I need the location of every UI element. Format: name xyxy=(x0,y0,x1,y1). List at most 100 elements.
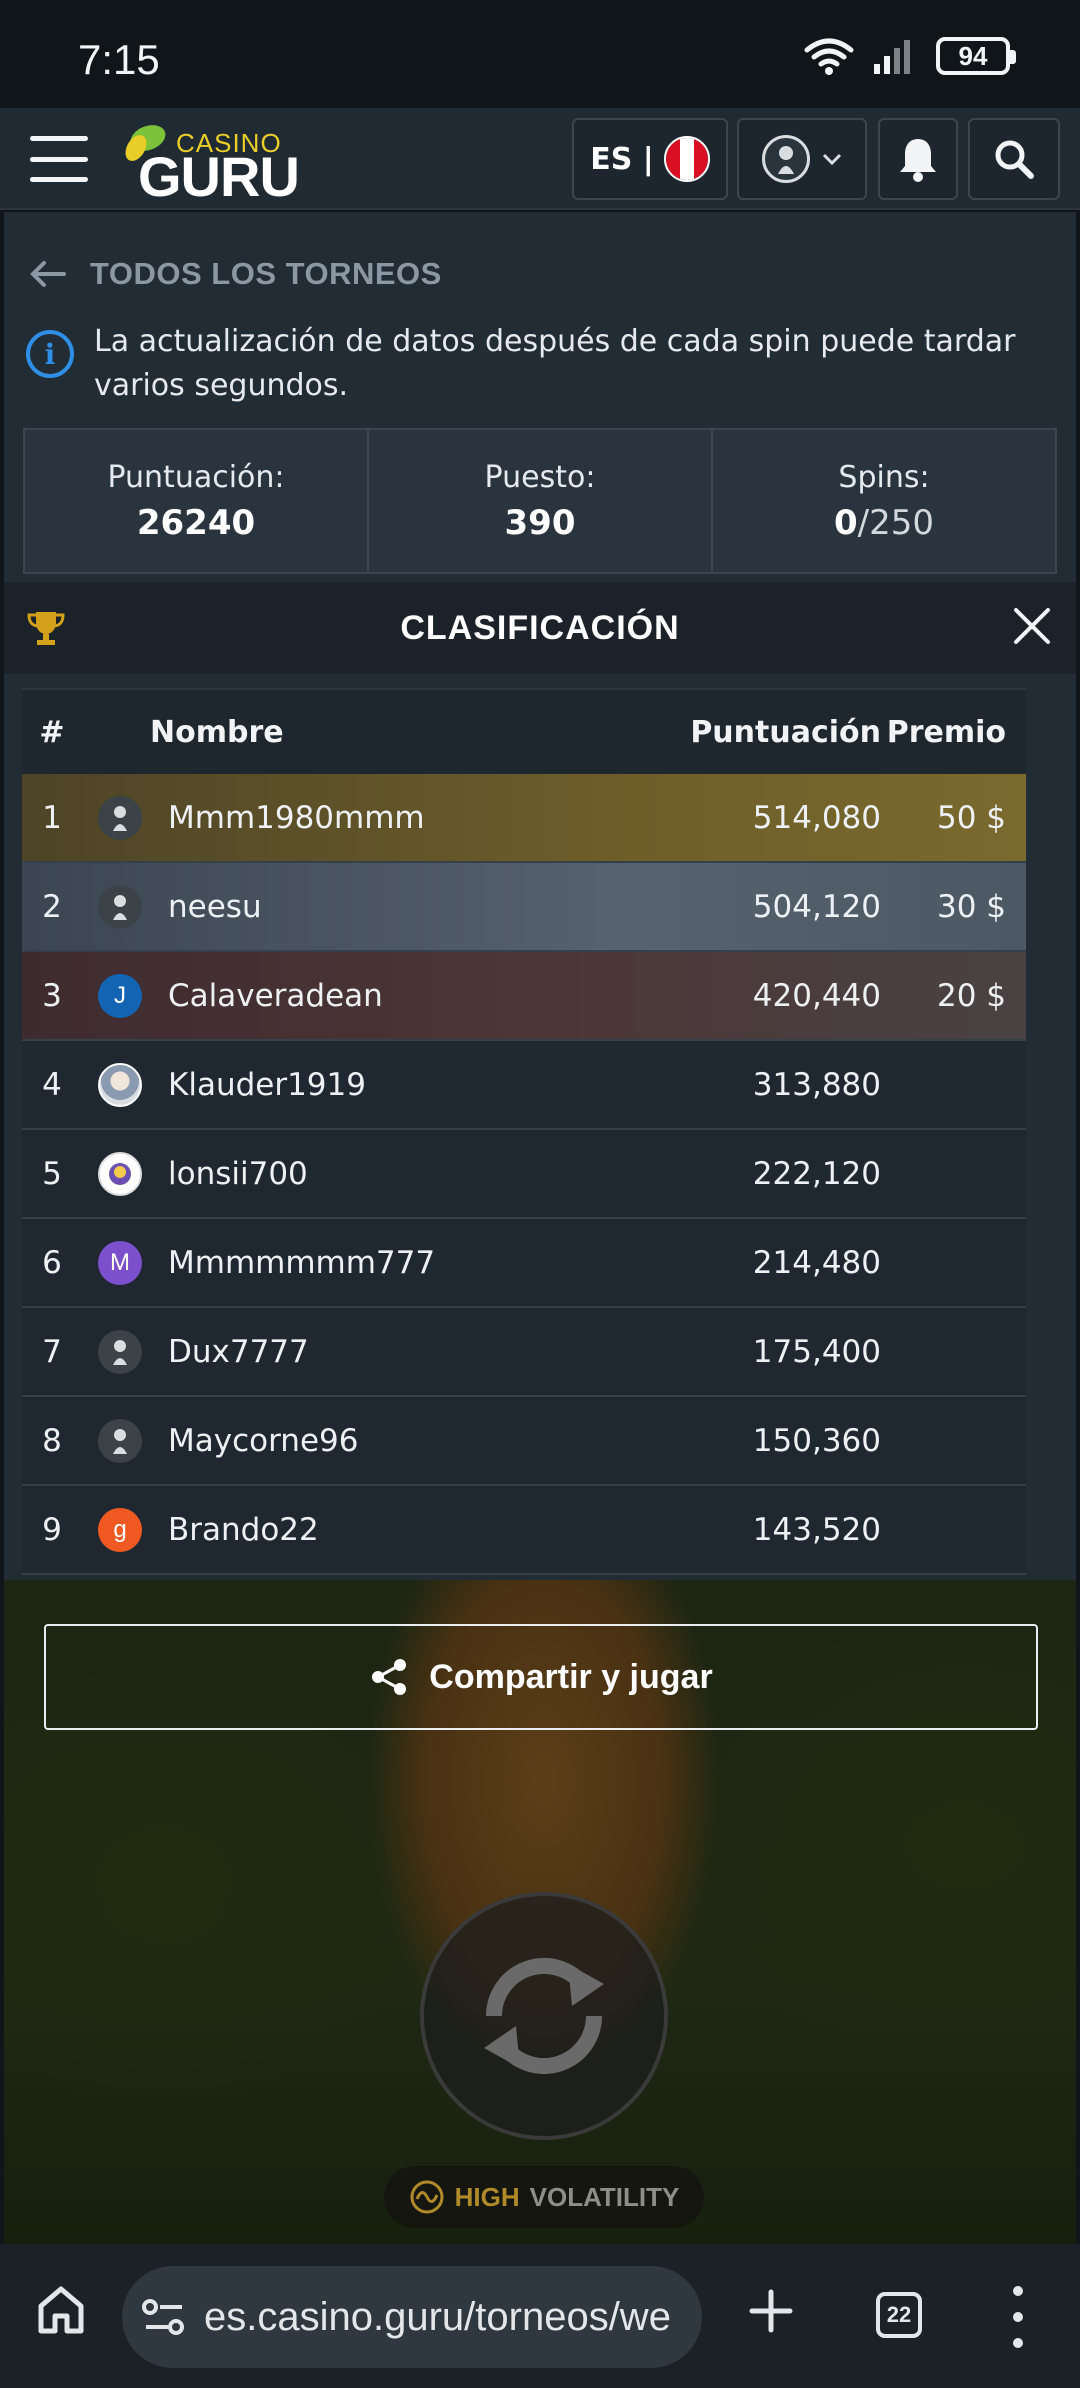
stat-score-value: 26240 xyxy=(136,502,256,543)
row-player-name: Calaveradean xyxy=(168,977,383,1014)
leaderboard-header: CLASIFICACIÓN xyxy=(4,582,1076,674)
player-stats: Puntuación: 26240 Puesto: 390 Spins: 0/2… xyxy=(23,428,1057,574)
row-player-name: neesu xyxy=(168,888,262,925)
table-row[interactable]: 2 neesu 504,120 30 $ xyxy=(22,863,1026,952)
tab-switcher-button[interactable]: 22 xyxy=(876,2292,922,2338)
row-score: 150,360 xyxy=(752,1422,881,1459)
col-prize-header: Premio xyxy=(886,714,1006,750)
avatar-initial: M xyxy=(110,1248,130,1276)
row-score: 143,520 xyxy=(752,1511,881,1548)
stat-rank-label: Puesto: xyxy=(484,459,596,495)
bell-icon xyxy=(900,139,936,182)
row-rank: 1 xyxy=(42,799,62,836)
row-player-name: Mmmmmmm777 xyxy=(168,1244,436,1281)
row-prize: 30 $ xyxy=(936,888,1006,925)
logo-guru-text: GURU xyxy=(138,145,300,208)
peru-flag-icon xyxy=(663,136,710,182)
table-row[interactable]: 7 Dux7777 175,400 xyxy=(22,1308,1026,1397)
table-row[interactable]: 5 lonsii700 222,120 xyxy=(22,1130,1026,1219)
stat-spins: Spins: 0/250 xyxy=(713,430,1055,572)
row-rank: 2 xyxy=(42,888,62,925)
casino-guru-logo[interactable]: CASINO GURU xyxy=(120,122,300,208)
stat-spins-value: 0/250 xyxy=(834,503,934,543)
info-notice: i La actualización de datos después de c… xyxy=(26,320,1056,408)
stat-score-label: Puntuación: xyxy=(107,459,285,495)
leaderboard-table: # Nombre Puntuación Premio 1 Mmm1980mmm 51… xyxy=(22,688,1026,1575)
spin-button[interactable] xyxy=(420,1892,668,2140)
row-player-name: lonsii700 xyxy=(168,1155,308,1192)
menu-button[interactable] xyxy=(30,136,88,182)
player-avatar xyxy=(98,1151,142,1196)
table-row[interactable]: 4 Klauder1919 313,880 xyxy=(22,1041,1026,1130)
row-score: 175,400 xyxy=(752,1333,881,1370)
search-button[interactable] xyxy=(968,118,1060,200)
row-rank: 5 xyxy=(42,1155,62,1192)
stat-rank-value: 390 xyxy=(504,502,576,543)
status-time: 7:15 xyxy=(78,36,160,83)
row-score: 214,480 xyxy=(752,1244,881,1281)
table-row[interactable]: 6 M Mmmmmmm777 214,480 xyxy=(22,1219,1026,1308)
table-row[interactable]: 3 J Calaveradean 420,440 20 $ xyxy=(22,952,1026,1041)
table-row[interactable]: 1 Mmm1980mmm 514,080 50 $ xyxy=(22,774,1026,863)
language-selector[interactable]: ES | xyxy=(572,118,728,200)
status-bar: 7:15 94 xyxy=(0,0,1080,108)
player-avatar: M xyxy=(98,1240,142,1285)
new-tab-icon[interactable] xyxy=(746,2286,796,2336)
row-prize: 20 $ xyxy=(936,977,1006,1014)
user-avatar-icon xyxy=(762,135,810,183)
row-score: 313,880 xyxy=(752,1066,881,1103)
player-avatar xyxy=(98,1418,142,1463)
col-name-header: Nombre xyxy=(150,714,284,750)
share-icon xyxy=(372,1659,407,1695)
stat-spins-label: Spins: xyxy=(838,459,930,495)
table-body: 1 Mmm1980mmm 514,080 50 $ 2 neesu 504,120 30 $ 3… xyxy=(22,774,1026,1575)
info-icon: i xyxy=(26,330,74,378)
address-bar[interactable]: es.casino.guru/torneos/we xyxy=(122,2266,702,2368)
chevron-down-icon xyxy=(822,153,842,166)
info-text: La actualización de datos después de cad… xyxy=(94,324,1016,403)
site-settings-icon[interactable] xyxy=(142,2299,186,2335)
leaderboard-title: CLASIFICACIÓN xyxy=(400,608,680,647)
row-rank: 8 xyxy=(42,1422,62,1459)
close-icon[interactable] xyxy=(1012,606,1052,646)
trophy-icon xyxy=(27,612,65,645)
volatility-level: HIGH xyxy=(454,2181,520,2212)
user-menu-button[interactable] xyxy=(737,118,867,200)
row-player-name: Dux7777 xyxy=(168,1333,309,1370)
row-score: 420,440 xyxy=(752,977,881,1014)
table-row[interactable]: 8 Maycorne96 150,360 xyxy=(22,1397,1026,1486)
row-rank: 7 xyxy=(42,1333,62,1370)
url-text: es.casino.guru/torneos/we xyxy=(204,2294,671,2339)
avatar-initial: g xyxy=(113,1515,127,1543)
share-label: Compartir y jugar xyxy=(429,1657,713,1696)
table-header: # Nombre Puntuación Premio xyxy=(22,688,1026,774)
arrow-left-icon xyxy=(30,261,66,287)
player-avatar xyxy=(98,795,142,840)
spins-used: 0 xyxy=(833,502,858,543)
row-score: 222,120 xyxy=(752,1155,881,1192)
row-rank: 9 xyxy=(42,1511,62,1548)
stat-rank: Puesto: 390 xyxy=(369,430,713,572)
language-code: ES | xyxy=(590,141,654,177)
wifi-icon xyxy=(804,38,854,75)
menu-line xyxy=(30,156,88,162)
row-rank: 4 xyxy=(42,1066,62,1103)
row-player-name: Maycorne96 xyxy=(168,1422,359,1459)
player-avatar xyxy=(98,884,142,929)
home-icon[interactable] xyxy=(36,2284,86,2336)
table-row[interactable]: 9 g Brando22 143,520 xyxy=(22,1486,1026,1575)
row-score: 504,120 xyxy=(752,888,881,925)
back-to-tournaments-link[interactable]: TODOS LOS TORNEOS xyxy=(28,256,442,292)
row-rank: 3 xyxy=(42,977,62,1014)
menu-line xyxy=(30,177,88,182)
status-icons: 94 xyxy=(804,36,1016,76)
signal-icon xyxy=(874,40,910,74)
share-and-play-button[interactable]: Compartir y jugar xyxy=(44,1624,1038,1730)
row-score: 514,080 xyxy=(752,799,881,836)
more-options-icon[interactable] xyxy=(1006,2286,1030,2348)
col-score-header: Puntuación xyxy=(690,714,881,750)
notifications-button[interactable] xyxy=(878,118,958,200)
volatility-badge: HIGH VOLATILITY xyxy=(384,2166,704,2228)
spins-total: /250 xyxy=(857,502,935,543)
tournament-panel: TODOS LOS TORNEOS i La actualización de … xyxy=(4,212,1076,1580)
